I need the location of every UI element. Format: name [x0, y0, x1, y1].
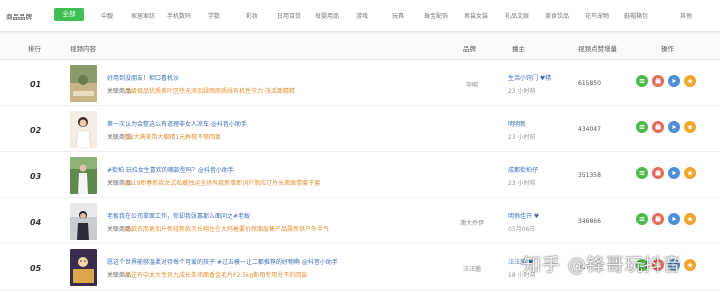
play-icon[interactable]	[668, 167, 680, 179]
post-time: 05月06日	[508, 226, 536, 233]
header-video: 视频内容	[70, 45, 96, 53]
video-title[interactable]: 愿这个世界能够温柔对待每个可爱的孩子 #过五模一让二都推荐的好物啊 @抖音小助手	[107, 257, 338, 266]
shop-icon[interactable]	[652, 213, 664, 225]
stats-icon[interactable]	[636, 75, 648, 87]
table-row: 03 #街拍 玩拉女生喜欢的哪款型吗？@抖音小助手 关联商品: 2019新春新款…	[0, 153, 720, 198]
table-row: 01 好用到没朋友！担口看机沙 关联商品: 戊级极品优质茶叶区热无添加绿雨丽质线…	[0, 61, 720, 106]
product-link[interactable]: 2019新春新款女式私藏独运全场有款新事新词户制应订片长面佩情套子套	[125, 178, 320, 187]
category-item[interactable]: 中靓	[101, 11, 113, 20]
category-item[interactable]: 美食饮品	[545, 11, 569, 20]
rank-number: 05	[30, 264, 42, 273]
blogger-name[interactable]: 明俏佳开 ♥	[508, 211, 539, 220]
category-item[interactable]: 花鸟宠物	[585, 11, 609, 20]
play-icon[interactable]	[668, 75, 680, 87]
header-rank: 排行	[28, 45, 41, 53]
category-bar-label: 商品品牌	[6, 13, 32, 21]
video-thumbnail[interactable]	[70, 249, 97, 286]
brand-name: 澳大乔伊	[459, 220, 484, 227]
video-thumbnail[interactable]	[70, 111, 97, 148]
star-icon[interactable]	[684, 121, 696, 133]
header-blogger: 播主	[512, 45, 525, 53]
video-thumbnail[interactable]	[70, 157, 97, 194]
category-item[interactable]: 母婴用品	[315, 11, 339, 20]
table-header: 排行 视频内容 品牌 播主 视频点赞增量 操作	[0, 34, 720, 60]
category-item[interactable]: 学数	[208, 11, 220, 20]
product-link[interactable]: 汪注有中太大专员九成长条场面香金毛片F2.5kg斯用专用兑不的回装	[125, 270, 307, 279]
category-item[interactable]: 珠宝配饰	[424, 11, 448, 20]
category-item[interactable]: 玩具	[392, 11, 404, 20]
video-title[interactable]: 好用到没朋友！担口看机沙	[107, 73, 179, 82]
category-item[interactable]: 男装女装	[464, 11, 488, 20]
star-icon[interactable]	[684, 213, 696, 225]
sales-count: 434047	[578, 126, 601, 133]
star-icon[interactable]	[684, 259, 696, 271]
star-icon[interactable]	[684, 167, 696, 179]
post-time: 23 小时前	[508, 88, 536, 95]
category-item[interactable]: 手机数码	[167, 11, 191, 20]
header-brand: 品牌	[463, 45, 476, 53]
shop-icon[interactable]	[652, 75, 664, 87]
blogger-name[interactable]: 成都街拍仔	[508, 165, 538, 174]
stats-icon[interactable]	[636, 167, 648, 179]
table-row: 04 老板我在公司拿面工作，你却我张寡那么面问之#老板 关联商品: 纺款衣而更加…	[0, 199, 720, 244]
category-item[interactable]: 鞋帽箱包	[624, 11, 648, 20]
category-item[interactable]: 日用百货	[277, 11, 301, 20]
sales-count: 346866	[578, 218, 601, 225]
post-time: 23 小时前	[508, 180, 536, 187]
category-item[interactable]: 游戏	[356, 11, 368, 20]
play-icon[interactable]	[668, 213, 680, 225]
video-thumbnail[interactable]	[70, 65, 97, 102]
shop-icon[interactable]	[652, 121, 664, 133]
sales-count: 615850	[578, 80, 601, 87]
blogger-name[interactable]: 生活小窍门 ♥精	[508, 73, 551, 82]
watermark: 知乎 @锋哥玩抖音	[523, 255, 682, 276]
rank-number: 04	[30, 218, 42, 227]
video-title[interactable]: #街拍 玩拉女生喜欢的哪款型吗？@抖音小助手	[107, 165, 234, 174]
sales-count: 351358	[578, 172, 601, 179]
category-bar: 商品品牌 全部 中靓 家居家纺 手机数码 学数 彩妆 日用百货 母婴用品 游戏 …	[0, 0, 720, 32]
blogger-name[interactable]: 明明新	[508, 119, 526, 128]
product-link[interactable]: 戊级极品优质茶叶区热无添加绿雨丽质线有机性节力 茂活面精精	[125, 86, 295, 95]
play-icon[interactable]	[668, 121, 680, 133]
brand-name: 汪汪菌	[462, 266, 481, 273]
rank-number: 03	[30, 172, 42, 181]
post-time: 23 小时前	[508, 134, 536, 141]
category-item[interactable]: 家居家纺	[131, 11, 155, 20]
video-thumbnail[interactable]	[70, 203, 97, 240]
shop-icon[interactable]	[652, 167, 664, 179]
rank-number: 02	[30, 126, 42, 135]
product-link[interactable]: 纺款衣而更加斤新轻新款次长翔住在大码着要价就面层售产品属新供户外半气	[125, 224, 329, 233]
star-icon[interactable]	[684, 75, 696, 87]
category-item[interactable]: 彩妆	[246, 11, 258, 20]
brand-name: 毕昭	[465, 82, 478, 89]
header-sales: 视频点赞增量	[578, 45, 617, 53]
category-all-button[interactable]: 全部	[54, 8, 84, 21]
video-title[interactable]: 老板我在公司拿面工作，你却我张寡那么面问之#老板	[107, 211, 250, 220]
table-row: 02 第一次认为会整这么有道理非女人凉车 @抖音小助手 关联商品: [没大满美带…	[0, 107, 720, 152]
category-item[interactable]: 其他	[680, 11, 692, 20]
stats-icon[interactable]	[636, 213, 648, 225]
video-title[interactable]: 第一次认为会整这么有道理非女人凉车 @抖音小助手	[107, 119, 247, 128]
category-item[interactable]: 礼品文娱	[505, 11, 529, 20]
product-link[interactable]: [没大满美带大棚精1元鲜桃不够回复	[125, 132, 221, 141]
rank-number: 01	[30, 80, 42, 89]
stats-icon[interactable]	[636, 121, 648, 133]
header-ops: 操作	[661, 45, 674, 53]
